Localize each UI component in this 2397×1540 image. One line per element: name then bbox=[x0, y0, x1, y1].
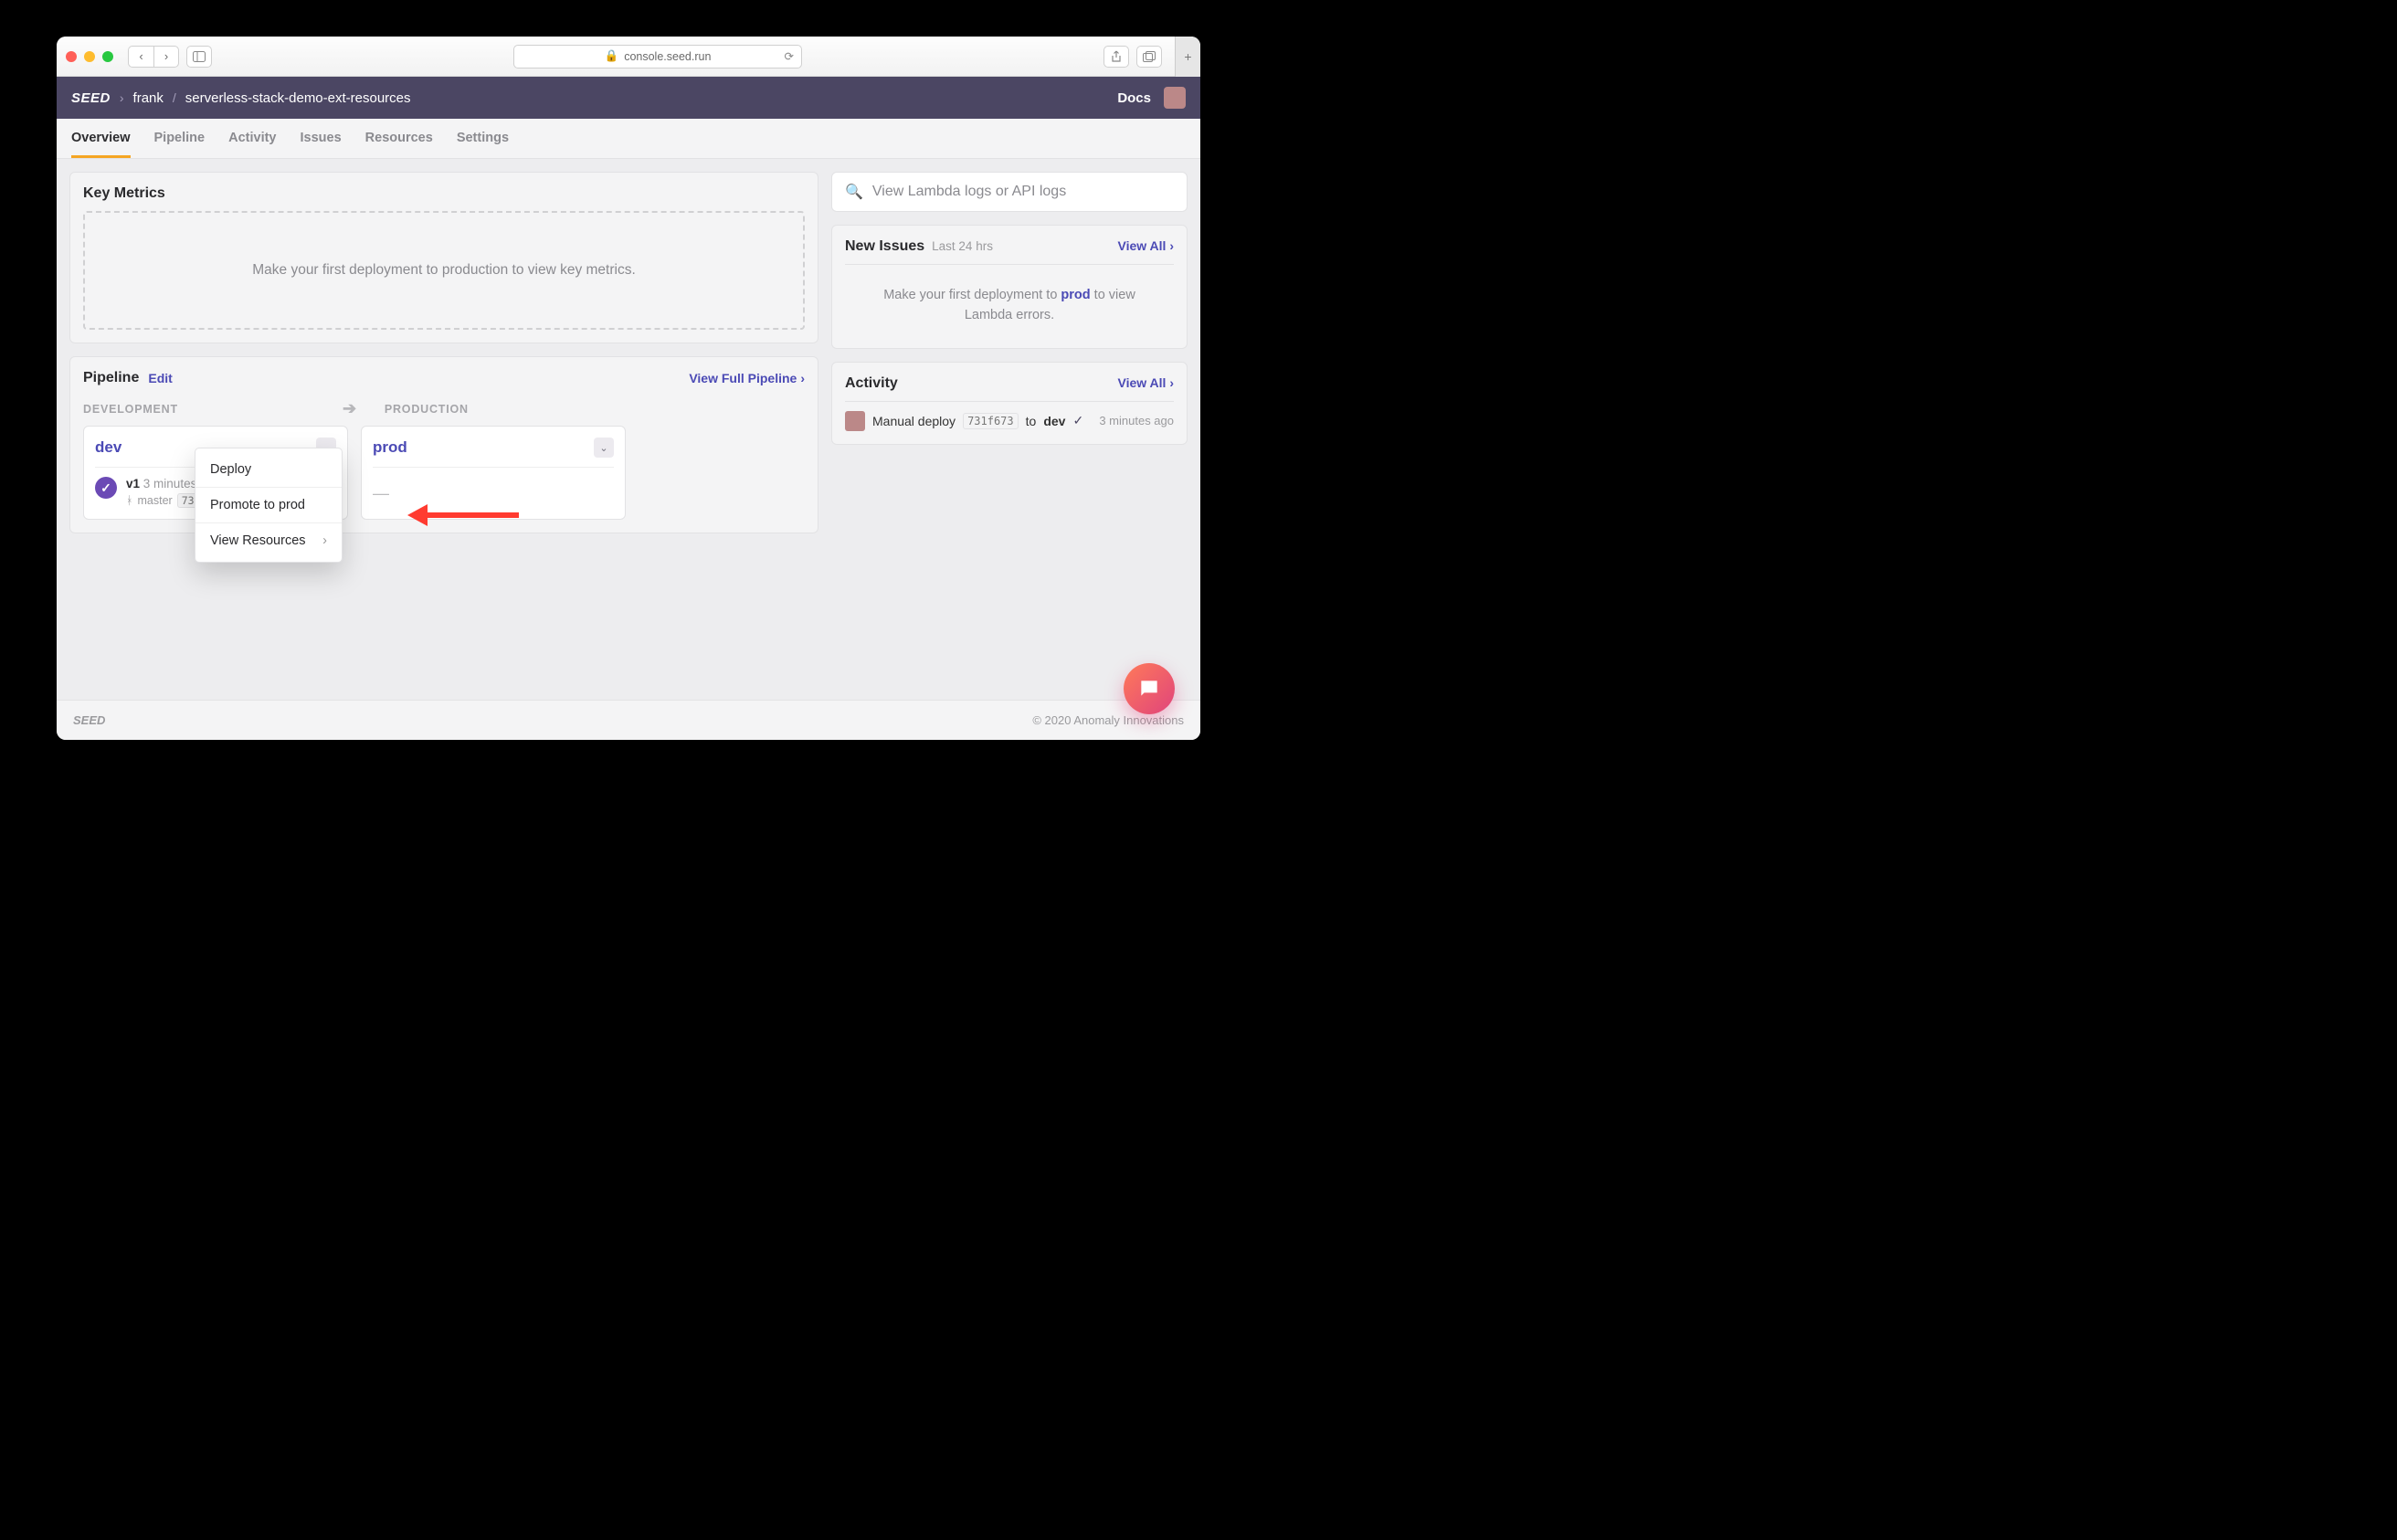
tab-settings[interactable]: Settings bbox=[457, 131, 509, 158]
footer-copyright: © 2020 Anomaly Innovations bbox=[1032, 713, 1184, 727]
search-input[interactable]: 🔍 View Lambda logs or API logs bbox=[831, 172, 1188, 212]
key-metrics-title: Key Metrics bbox=[83, 185, 805, 202]
activity-item[interactable]: Manual deploy 731f673 to dev ✓ 3 minutes… bbox=[845, 402, 1174, 431]
tab-resources[interactable]: Resources bbox=[365, 131, 433, 158]
close-window-button[interactable] bbox=[66, 51, 77, 62]
seed-logo[interactable]: SEED bbox=[71, 90, 111, 106]
search-placeholder: View Lambda logs or API logs bbox=[872, 184, 1066, 200]
activity-time: 3 minutes ago bbox=[1099, 414, 1174, 427]
reload-icon[interactable]: ⟳ bbox=[785, 49, 794, 63]
branch-icon: ᚼ bbox=[126, 494, 133, 507]
breadcrumb-org[interactable]: frank bbox=[133, 90, 164, 106]
footer-logo[interactable]: SEED bbox=[73, 713, 105, 727]
view-full-pipeline-link[interactable]: View Full Pipeline › bbox=[689, 371, 805, 385]
chevron-down-icon: ⌄ bbox=[599, 442, 607, 454]
dropdown-deploy[interactable]: Deploy bbox=[195, 454, 342, 485]
development-label: DEVELOPMENT bbox=[83, 403, 178, 416]
divider bbox=[195, 487, 342, 488]
branch-name: master bbox=[138, 494, 173, 507]
divider bbox=[195, 522, 342, 523]
chevron-right-icon: › bbox=[800, 371, 805, 385]
pipeline-edit-link[interactable]: Edit bbox=[148, 371, 172, 385]
forward-button[interactable]: › bbox=[153, 46, 179, 68]
sidebar-icon bbox=[193, 51, 206, 62]
nav-buttons: ‹ › bbox=[128, 46, 179, 68]
url-host: console.seed.run bbox=[624, 50, 711, 63]
footer: SEED © 2020 Anomaly Innovations bbox=[57, 700, 1200, 740]
production-label: PRODUCTION bbox=[385, 403, 469, 416]
browser-window: ‹ › 🔒 console.seed.run ⟳ + SEED › frank … bbox=[57, 37, 1200, 740]
tab-overview[interactable]: Overview bbox=[71, 131, 131, 158]
maximize-window-button[interactable] bbox=[102, 51, 113, 62]
docs-link[interactable]: Docs bbox=[1117, 90, 1151, 106]
stage-menu-button-prod[interactable]: ⌄ bbox=[594, 438, 614, 458]
view-full-pipeline-label: View Full Pipeline bbox=[689, 371, 797, 385]
chevron-right-icon: › bbox=[1169, 238, 1174, 253]
prod-empty-dash: — bbox=[373, 477, 389, 503]
share-button[interactable] bbox=[1103, 46, 1129, 68]
chat-button[interactable] bbox=[1124, 663, 1175, 714]
share-icon bbox=[1111, 50, 1122, 63]
new-issues-panel: New Issues Last 24 hrs View All › Make y… bbox=[831, 225, 1188, 349]
stage-headers: DEVELOPMENT ➔ PRODUCTION bbox=[83, 399, 805, 418]
address-bar[interactable]: 🔒 console.seed.run ⟳ bbox=[513, 45, 802, 69]
chevron-right-icon: › bbox=[322, 533, 327, 548]
nav-tabs: Overview Pipeline Activity Issues Resour… bbox=[57, 119, 1200, 159]
lock-icon: 🔒 bbox=[605, 49, 619, 63]
key-metrics-panel: Key Metrics Make your first deployment t… bbox=[69, 172, 818, 343]
breadcrumb-separator: / bbox=[173, 90, 176, 105]
annotation-arrow bbox=[407, 504, 519, 526]
activity-view-all-link[interactable]: View All › bbox=[1118, 375, 1174, 390]
dropdown-view-resources-label: View Resources bbox=[210, 533, 306, 548]
back-button[interactable]: ‹ bbox=[128, 46, 153, 68]
stage-name-dev[interactable]: dev bbox=[95, 438, 121, 457]
build-version: v1 bbox=[126, 477, 140, 490]
content: Key Metrics Make your first deployment t… bbox=[57, 159, 1200, 700]
activity-title: Activity bbox=[845, 375, 898, 392]
dropdown-view-resources[interactable]: View Resources › bbox=[195, 525, 342, 556]
user-avatar[interactable] bbox=[1164, 87, 1186, 109]
app-header: SEED › frank / serverless-stack-demo-ext… bbox=[57, 77, 1200, 119]
stage-dropdown: Deploy Promote to prod View Resources › bbox=[195, 448, 343, 563]
avatar bbox=[845, 411, 865, 431]
arrow-right-icon: ➔ bbox=[343, 399, 357, 418]
activity-panel: Activity View All › Manual deploy 731f67… bbox=[831, 362, 1188, 445]
chevron-right-icon: › bbox=[120, 90, 124, 105]
sidebar-toggle-button[interactable] bbox=[186, 46, 212, 68]
tab-issues[interactable]: Issues bbox=[301, 131, 342, 158]
tabs-button[interactable] bbox=[1136, 46, 1162, 68]
activity-view-all-label: View All bbox=[1118, 375, 1167, 390]
key-metrics-empty: Make your first deployment to production… bbox=[83, 211, 805, 330]
chevron-right-icon: › bbox=[1169, 375, 1174, 390]
stages-row: dev ⌄ ✓ v1 3 minutes ago bbox=[83, 426, 805, 520]
traffic-lights bbox=[66, 51, 113, 62]
check-circle-icon: ✓ bbox=[95, 477, 117, 499]
issues-period: Last 24 hrs bbox=[932, 239, 993, 253]
activity-stage: dev bbox=[1043, 414, 1065, 428]
pipeline-panel: Pipeline Edit View Full Pipeline › DEVEL… bbox=[69, 356, 818, 533]
chat-icon bbox=[1137, 677, 1161, 701]
issues-view-all-label: View All bbox=[1118, 238, 1167, 253]
activity-to: to bbox=[1026, 414, 1037, 428]
stage-name-prod[interactable]: prod bbox=[373, 438, 407, 457]
dropdown-promote[interactable]: Promote to prod bbox=[195, 490, 342, 521]
tab-pipeline[interactable]: Pipeline bbox=[154, 131, 206, 158]
browser-chrome: ‹ › 🔒 console.seed.run ⟳ + bbox=[57, 37, 1200, 77]
search-icon: 🔍 bbox=[845, 183, 863, 201]
breadcrumb-project[interactable]: serverless-stack-demo-ext-resources bbox=[185, 90, 411, 106]
activity-action: Manual deploy bbox=[872, 414, 956, 428]
minimize-window-button[interactable] bbox=[84, 51, 95, 62]
tab-activity[interactable]: Activity bbox=[228, 131, 276, 158]
check-icon: ✓ bbox=[1072, 413, 1083, 428]
activity-commit-hash: 731f673 bbox=[963, 413, 1019, 429]
tabs-icon bbox=[1143, 51, 1156, 62]
pipeline-title: Pipeline bbox=[83, 370, 139, 386]
new-tab-button[interactable]: + bbox=[1175, 37, 1200, 77]
issues-title: New Issues bbox=[845, 238, 924, 255]
issues-view-all-link[interactable]: View All › bbox=[1118, 238, 1174, 253]
issues-empty-state: Make your first deployment to prod to vi… bbox=[845, 265, 1174, 335]
